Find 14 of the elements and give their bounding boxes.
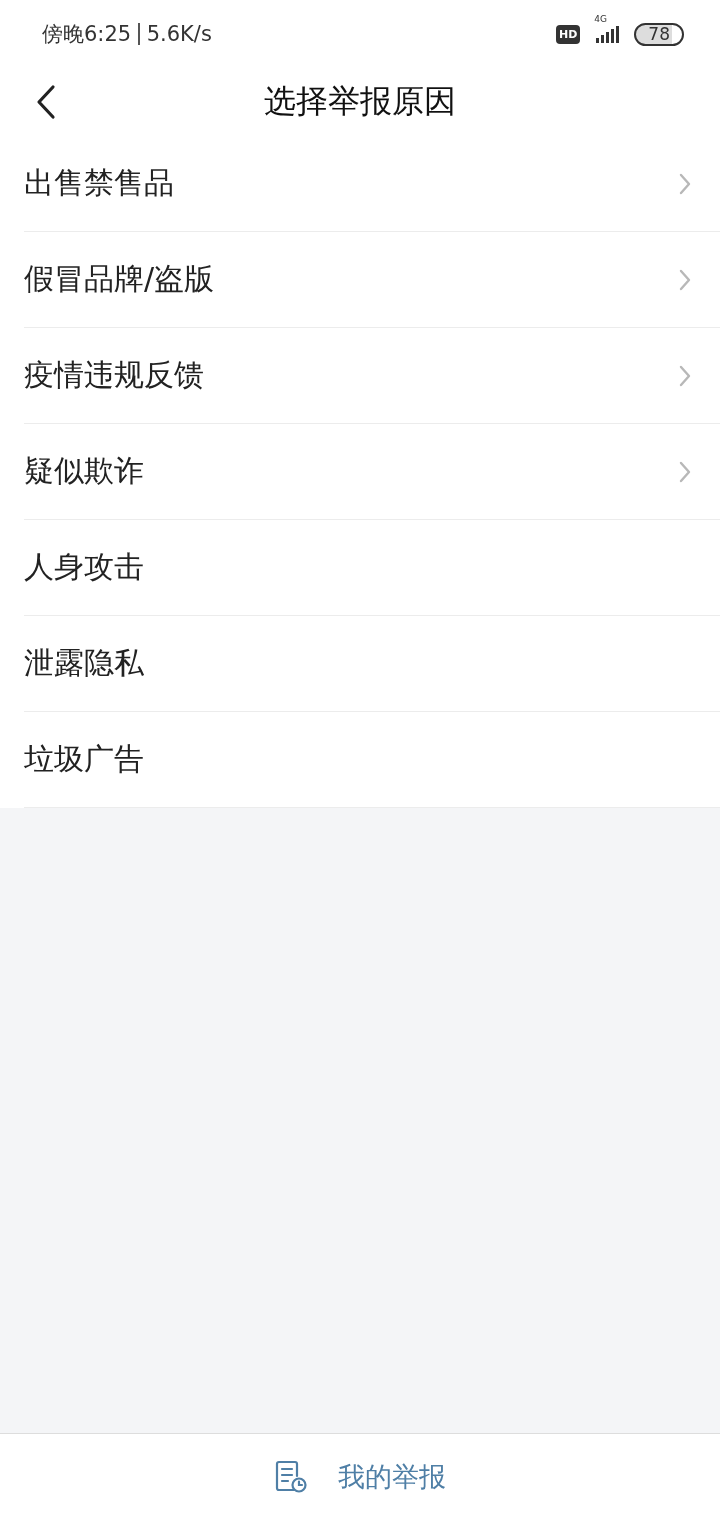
hd-badge: HD: [556, 24, 581, 44]
my-reports-button[interactable]: 我的举报: [274, 1459, 446, 1495]
status-time: 傍晚6:25: [42, 21, 132, 48]
network-speed: 5.6K/s: [146, 22, 212, 46]
network-type: 4G: [594, 14, 608, 24]
reason-item[interactable]: 假冒品牌/盗版: [24, 232, 720, 328]
reason-item[interactable]: 出售禁售品: [24, 136, 720, 232]
reason-item[interactable]: 人身攻击: [24, 520, 720, 616]
document-clock-icon: [274, 1460, 308, 1494]
page-title: 选择举报原因: [264, 81, 456, 122]
reason-item[interactable]: 疑似欺诈: [24, 424, 720, 520]
reason-item[interactable]: 疫情违规反馈: [24, 328, 720, 424]
reason-item[interactable]: 泄露隐私: [24, 616, 720, 712]
battery-icon: 78: [634, 22, 684, 46]
